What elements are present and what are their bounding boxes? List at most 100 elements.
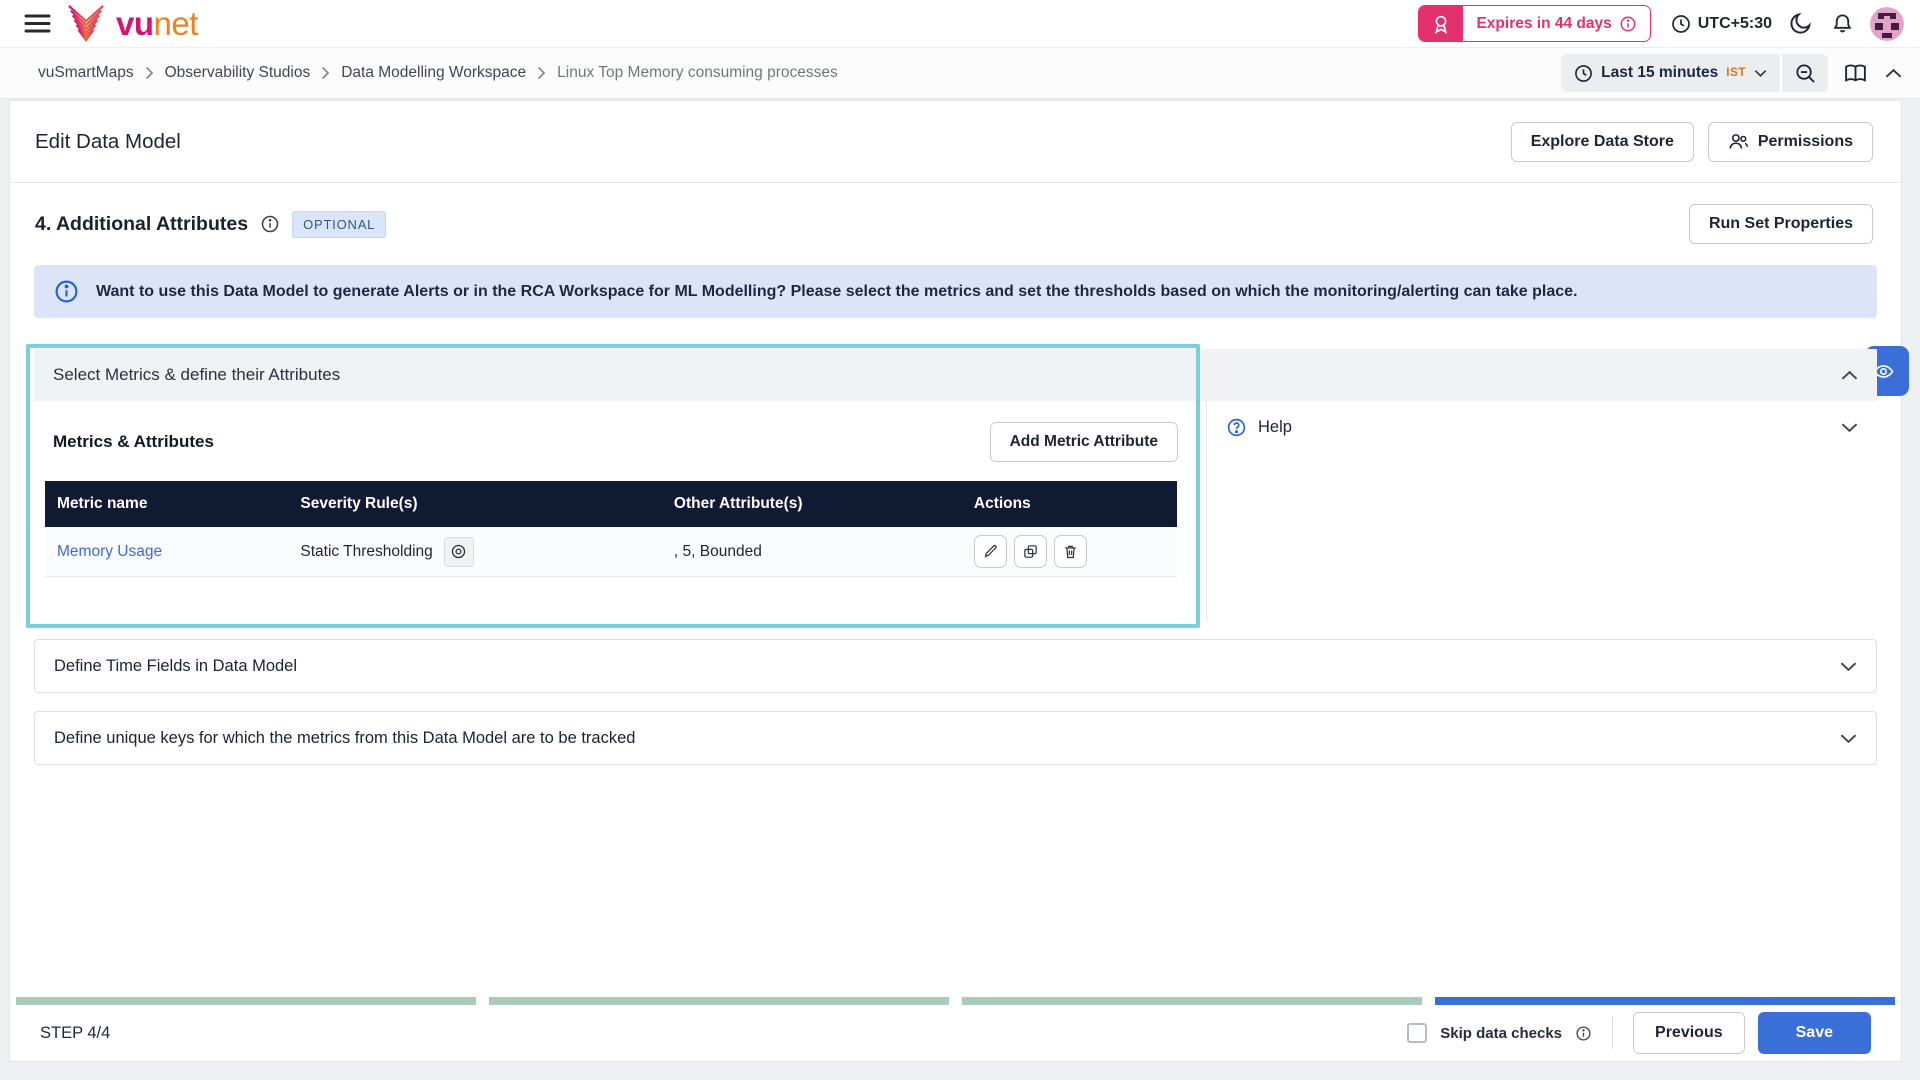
zoom-out-icon — [1794, 62, 1817, 85]
license-expiry-badge[interactable]: Expires in 44 days — [1418, 5, 1651, 42]
other-attributes-value: , 5, Bounded — [673, 542, 762, 560]
award-ribbon-icon — [1419, 6, 1464, 41]
chevron-down-icon[interactable] — [1841, 422, 1858, 433]
info-banner-text: Want to use this Data Model to generate … — [96, 282, 1578, 300]
zoom-out-time-button[interactable] — [1782, 54, 1828, 92]
chevron-down-icon — [1754, 69, 1767, 78]
previous-button[interactable]: Previous — [1633, 1012, 1745, 1054]
select-metrics-section-header[interactable]: Select Metrics & define their Attributes — [34, 349, 1877, 401]
chevron-right-icon — [321, 66, 330, 80]
previous-label: Previous — [1655, 1024, 1723, 1041]
timezone-indicator[interactable]: UTC+5:30 — [1671, 14, 1772, 34]
metrics-attributes-title: Metrics & Attributes — [53, 432, 214, 451]
view-severity-rule-button[interactable] — [443, 536, 474, 567]
optional-badge: OPTIONAL — [292, 210, 387, 238]
brand-wordmark: vunet — [116, 5, 198, 42]
progress-segment-3 — [962, 997, 1422, 1005]
step-header: 4. Additional Attributes OPTIONAL Run Se… — [10, 183, 1901, 244]
save-button[interactable]: Save — [1757, 1012, 1871, 1054]
edit-data-model-card: Edit Data Model Explore Data Store Permi… — [9, 100, 1909, 1062]
license-info-icon[interactable] — [1619, 15, 1637, 33]
add-metric-attribute-label: Add Metric Attribute — [1009, 433, 1158, 450]
divider — [1612, 1017, 1614, 1049]
permissions-button[interactable]: Permissions — [1707, 121, 1873, 162]
collapse-breadcrumb-button[interactable] — [1883, 66, 1904, 81]
page-title: Edit Data Model — [35, 129, 181, 153]
trash-icon — [1062, 543, 1079, 560]
progress-segment-1 — [16, 997, 476, 1005]
time-range-picker[interactable]: Last 15 minutes IST — [1561, 64, 1780, 83]
chevron-right-icon — [537, 66, 546, 80]
license-expiry-label: Expires in 44 days — [1476, 14, 1612, 32]
users-icon — [1728, 132, 1749, 151]
metrics-attributes-panel: Metrics & Attributes Add Metric Attribut… — [34, 401, 1206, 621]
dark-mode-toggle[interactable] — [1786, 9, 1815, 38]
add-metric-attribute-button[interactable]: Add Metric Attribute — [989, 422, 1178, 462]
breadcrumb-item-data-modelling-workspace[interactable]: Data Modelling Workspace — [341, 64, 526, 82]
define-unique-keys-panel[interactable]: Define unique keys for which the metrics… — [34, 711, 1877, 765]
breadcrumb: vuSmartMaps Observability Studios Data M… — [38, 64, 838, 82]
chevron-up-icon — [1885, 68, 1902, 79]
progress-segment-2 — [489, 997, 949, 1005]
step-info-icon[interactable] — [260, 214, 280, 234]
vunet-chevron-icon — [66, 4, 106, 43]
permissions-label: Permissions — [1757, 132, 1853, 150]
step-progress-bar — [10, 997, 1901, 1005]
help-accordion[interactable]: Help — [1207, 401, 1877, 453]
save-label: Save — [1795, 1024, 1833, 1041]
define-time-fields-label: Define Time Fields in Data Model — [54, 656, 298, 675]
column-severity-rules: Severity Rule(s) — [288, 481, 662, 527]
timezone-label: UTC+5:30 — [1697, 14, 1772, 32]
delete-metric-button[interactable] — [1053, 535, 1087, 568]
breadcrumb-item-current-page: Linux Top Memory consuming processes — [557, 64, 838, 81]
moon-icon — [1788, 11, 1813, 36]
copy-icon — [1022, 543, 1039, 560]
top-bar: vunet Expires in 44 days UTC+5:30 — [0, 0, 1920, 48]
define-unique-keys-label: Define unique keys for which the metrics… — [54, 728, 636, 747]
chevron-down-icon[interactable] — [1840, 661, 1857, 672]
skip-data-checks-label: Skip data checks — [1440, 1024, 1563, 1042]
column-other-attributes: Other Attribute(s) — [661, 481, 962, 527]
chevron-down-icon[interactable] — [1840, 733, 1857, 744]
column-metric-name: Metric name — [45, 481, 289, 527]
skip-data-checks-info-icon[interactable] — [1575, 1025, 1592, 1042]
bell-icon — [1831, 12, 1854, 35]
user-avatar[interactable] — [1870, 6, 1904, 41]
info-circle-icon — [54, 279, 79, 304]
explore-data-store-label: Explore Data Store — [1530, 132, 1674, 150]
notifications-button[interactable] — [1829, 10, 1856, 37]
duplicate-metric-button[interactable] — [1013, 535, 1047, 568]
question-circle-icon — [1226, 417, 1247, 438]
vunet-logo[interactable]: vunet — [66, 4, 198, 43]
metrics-table-header-row: Metric name Severity Rule(s) Other Attri… — [45, 481, 1177, 527]
time-range-timezone: IST — [1726, 67, 1746, 79]
select-metrics-section-title: Select Metrics & define their Attributes — [53, 365, 341, 384]
step-indicator: STEP 4/4 — [40, 1023, 111, 1042]
breadcrumb-item-observability-studios[interactable]: Observability Studios — [165, 64, 311, 82]
hamburger-menu-icon[interactable] — [22, 9, 52, 39]
clock-icon — [1574, 64, 1593, 83]
run-set-properties-button[interactable]: Run Set Properties — [1688, 204, 1873, 244]
select-metrics-section: Select Metrics & define their Attributes… — [26, 344, 1877, 628]
time-range-control: Last 15 minutes IST — [1561, 54, 1828, 92]
progress-segment-4-active — [1435, 997, 1895, 1005]
help-label: Help — [1258, 417, 1292, 436]
book-open-icon — [1843, 61, 1868, 86]
page-header: Edit Data Model Explore Data Store Permi… — [10, 101, 1901, 183]
docs-button[interactable] — [1841, 59, 1870, 88]
explore-data-store-button[interactable]: Explore Data Store — [1510, 121, 1694, 162]
chevron-right-icon — [145, 66, 154, 80]
define-time-fields-panel[interactable]: Define Time Fields in Data Model — [34, 639, 1877, 693]
clock-icon — [1671, 14, 1691, 34]
eye-icon — [450, 543, 467, 560]
skip-data-checks-checkbox[interactable] — [1407, 1023, 1428, 1043]
severity-rule-value: Static Thresholding — [300, 542, 433, 560]
edit-metric-button[interactable] — [973, 535, 1007, 568]
metric-name-link[interactable]: Memory Usage — [57, 543, 162, 560]
info-banner: Want to use this Data Model to generate … — [34, 265, 1877, 318]
chevron-up-icon[interactable] — [1841, 370, 1858, 381]
wizard-footer: STEP 4/4 Skip data checks Previous Save — [10, 997, 1901, 1061]
breadcrumb-item-vusmartmaps[interactable]: vuSmartMaps — [38, 64, 134, 82]
table-row: Memory Usage Static Thresholding , 5, Bo… — [45, 527, 1177, 577]
time-range-label: Last 15 minutes — [1601, 64, 1719, 81]
